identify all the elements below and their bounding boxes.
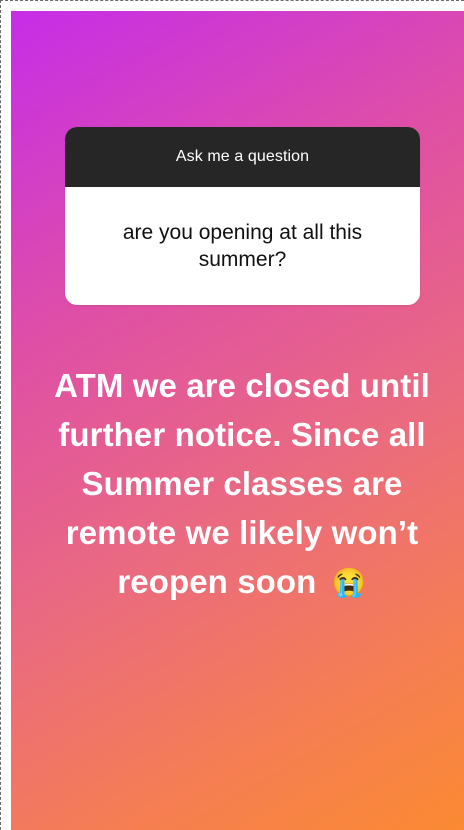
question-sticker[interactable]: Ask me a question are you opening at all…	[65, 127, 420, 305]
answer-caption-text: ATM we are closed until further notice. …	[54, 367, 430, 600]
loudly-crying-face-icon: 😭	[331, 567, 367, 598]
story-frame: Ask me a question are you opening at all…	[0, 0, 464, 830]
question-sticker-header: Ask me a question	[65, 127, 420, 187]
question-sticker-question: are you opening at all this summer?	[122, 221, 363, 271]
answer-caption: ATM we are closed until further notice. …	[41, 361, 443, 606]
